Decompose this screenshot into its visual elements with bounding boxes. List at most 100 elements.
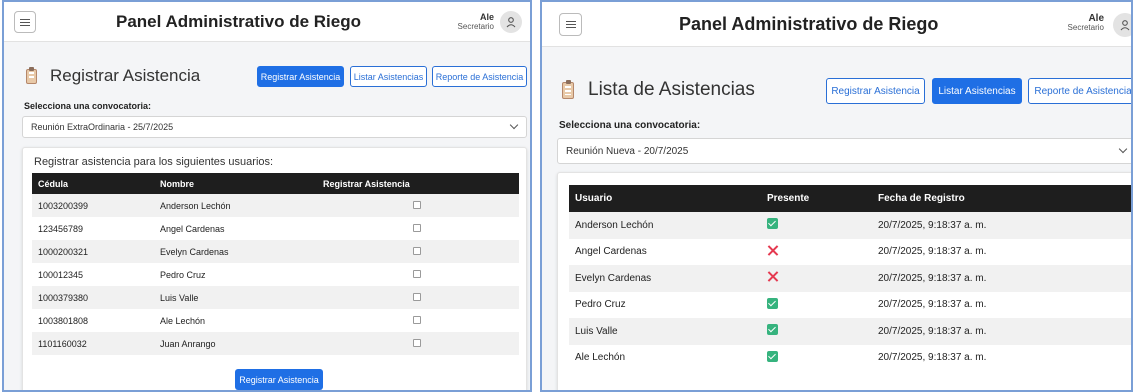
table-row: Angel Cardenas 20/7/2025, 9:18:37 a. m. bbox=[569, 239, 1131, 266]
table-row: Luis Valle 20/7/2025, 9:18:37 a. m. bbox=[569, 318, 1131, 345]
fecha-cell: 20/7/2025, 9:18:37 a. m. bbox=[878, 299, 987, 311]
asistencia-cell bbox=[319, 194, 519, 217]
card-title: Registrar asistencia para los siguientes… bbox=[34, 156, 274, 168]
fecha-cell: 20/7/2025, 9:18:37 a. m. bbox=[878, 352, 987, 364]
table-header-row: Cédula Nombre Registrar Asistencia bbox=[32, 173, 519, 194]
tab-listar-asistencias[interactable]: Listar Asistencias bbox=[932, 78, 1022, 104]
nombre-cell: Luis Valle bbox=[156, 286, 319, 309]
convocatoria-select[interactable]: Reunión Nueva - 20/7/2025 bbox=[557, 138, 1131, 164]
avatar[interactable] bbox=[500, 11, 522, 33]
asistencia-cell bbox=[319, 240, 519, 263]
cedula-cell: 1003801808 bbox=[38, 315, 89, 326]
user-info: Ale Secretario bbox=[457, 12, 494, 32]
tab-reporte-asistencia[interactable]: Reporte de Asistencia bbox=[432, 66, 527, 87]
user-icon bbox=[506, 17, 516, 28]
cedula-cell: 100012345 bbox=[38, 269, 84, 280]
app-title: Panel Administrativo de Riego bbox=[116, 12, 361, 31]
tab-registrar-asistencia[interactable]: Registrar Asistencia bbox=[826, 78, 925, 104]
table-row: 1101160032 Juan Anrango bbox=[32, 332, 519, 355]
fecha-cell: 20/7/2025, 9:18:37 a. m. bbox=[878, 246, 987, 258]
col-usuario: Usuario bbox=[569, 185, 765, 212]
fecha-cell: 20/7/2025, 9:18:37 a. m. bbox=[876, 265, 1131, 292]
asistencias-card: Usuario Presente Fecha de Registro Ander… bbox=[557, 172, 1131, 390]
table-row: Ale Lechón 20/7/2025, 9:18:37 a. m. bbox=[569, 345, 1131, 372]
col-fecha-registro: Fecha de Registro bbox=[876, 185, 1131, 212]
presente-cell bbox=[765, 239, 876, 266]
usuario-cell: Luis Valle bbox=[569, 318, 765, 345]
presente-cell bbox=[765, 292, 876, 319]
asistencia-checkbox[interactable] bbox=[413, 223, 421, 232]
menu-button[interactable] bbox=[14, 11, 36, 33]
registrar-asistencia-button[interactable]: Registrar Asistencia bbox=[235, 369, 323, 390]
col-cedula: Cédula bbox=[32, 173, 156, 194]
page-title: Registrar Asistencia bbox=[26, 66, 200, 86]
usuario-cell: Evelyn Cardenas bbox=[569, 265, 765, 292]
convocatoria-selected-value: Reunión ExtraOrdinaria - 25/7/2025 bbox=[31, 122, 174, 132]
user-role: Secretario bbox=[1067, 23, 1104, 32]
cedula-cell: 1101160032 bbox=[32, 332, 156, 355]
table-row: Anderson Lechón 20/7/2025, 9:18:37 a. m. bbox=[569, 212, 1131, 239]
asistencia-cell bbox=[319, 332, 519, 355]
asistencia-cell bbox=[319, 263, 519, 286]
avatar[interactable] bbox=[1113, 13, 1131, 37]
page-title: Lista de Asistencias bbox=[562, 79, 755, 101]
convocatoria-label: Selecciona una convocatoria: bbox=[559, 120, 701, 131]
menu-button[interactable] bbox=[559, 13, 582, 36]
presente-cell bbox=[765, 318, 876, 345]
page-title-text: Registrar Asistencia bbox=[50, 66, 201, 85]
check-icon bbox=[767, 218, 778, 230]
page-title-text: Lista de Asistencias bbox=[588, 79, 755, 100]
fecha-cell: 20/7/2025, 9:18:37 a. m. bbox=[876, 212, 1131, 239]
app-header: Panel Administrativo de Riego Ale Secret… bbox=[542, 2, 1131, 47]
presente-cell bbox=[765, 212, 876, 239]
user-role: Secretario bbox=[457, 21, 494, 31]
convocatoria-label: Selecciona una convocatoria: bbox=[24, 101, 152, 111]
asistencia-checkbox[interactable] bbox=[413, 315, 421, 324]
table-row: 1000200321 Evelyn Cardenas bbox=[32, 240, 519, 263]
app-header: Panel Administrativo de Riego Ale Secret… bbox=[4, 2, 530, 42]
check-icon bbox=[767, 297, 778, 309]
asistencia-checkbox[interactable] bbox=[413, 292, 421, 301]
chevron-down-icon bbox=[1118, 144, 1128, 154]
lista-asistencias-panel: Panel Administrativo de Riego Ale Secret… bbox=[540, 0, 1133, 392]
nombre-cell: Angel Cardenas bbox=[160, 223, 225, 234]
hamburger-menu-icon bbox=[20, 18, 30, 26]
chevron-down-icon bbox=[509, 120, 519, 130]
convocatoria-select[interactable]: Reunión ExtraOrdinaria - 25/7/2025 bbox=[22, 116, 527, 138]
cedula-cell: 1000200321 bbox=[32, 240, 156, 263]
asistencia-cell bbox=[319, 217, 519, 240]
tab-reporte-asistencia[interactable]: Reporte de Asistencia bbox=[1028, 78, 1131, 104]
asistencia-cell bbox=[319, 309, 519, 332]
clipboard-icon bbox=[26, 66, 37, 84]
asistencia-checkbox[interactable] bbox=[413, 246, 421, 255]
usuario-cell: Angel Cardenas bbox=[575, 246, 647, 258]
nombre-cell: Juan Anrango bbox=[156, 332, 319, 355]
tab-registrar-asistencia[interactable]: Registrar Asistencia bbox=[257, 66, 344, 87]
user-info: Ale Secretario bbox=[1068, 13, 1104, 33]
convocatoria-selected-value: Reunión Nueva - 20/7/2025 bbox=[566, 145, 689, 157]
table-row: 1003801808 Ale Lechón bbox=[32, 309, 519, 332]
presente-cell bbox=[765, 345, 876, 372]
nombre-cell: Pedro Cruz bbox=[160, 269, 206, 280]
col-registrar-asistencia: Registrar Asistencia bbox=[319, 173, 519, 194]
usuario-cell: Anderson Lechón bbox=[569, 212, 765, 239]
table-row: 100012345 Pedro Cruz bbox=[32, 263, 519, 286]
col-presente: Presente bbox=[765, 185, 876, 212]
app-title: Panel Administrativo de Riego bbox=[679, 14, 939, 34]
table-row: Evelyn Cardenas 20/7/2025, 9:18:37 a. m. bbox=[569, 265, 1131, 292]
clipboard-icon bbox=[562, 79, 574, 99]
check-icon bbox=[767, 324, 778, 336]
col-nombre: Nombre bbox=[156, 173, 319, 194]
asistencia-checkbox[interactable] bbox=[413, 269, 421, 278]
tab-listar-asistencias[interactable]: Listar Asistencias bbox=[350, 66, 427, 87]
user-icon bbox=[1120, 20, 1130, 31]
table-row: Pedro Cruz 20/7/2025, 9:18:37 a. m. bbox=[569, 292, 1131, 319]
asistencia-checkbox[interactable] bbox=[413, 338, 421, 347]
registro-card: Registrar asistencia para los siguientes… bbox=[22, 147, 527, 390]
usuario-cell: Pedro Cruz bbox=[575, 299, 626, 311]
table-row: 123456789 Angel Cardenas bbox=[32, 217, 519, 240]
cedula-cell: 1000379380 bbox=[32, 286, 156, 309]
presente-cell bbox=[765, 265, 876, 292]
asistencia-checkbox[interactable] bbox=[413, 200, 421, 209]
usuario-cell: Ale Lechón bbox=[575, 352, 626, 364]
